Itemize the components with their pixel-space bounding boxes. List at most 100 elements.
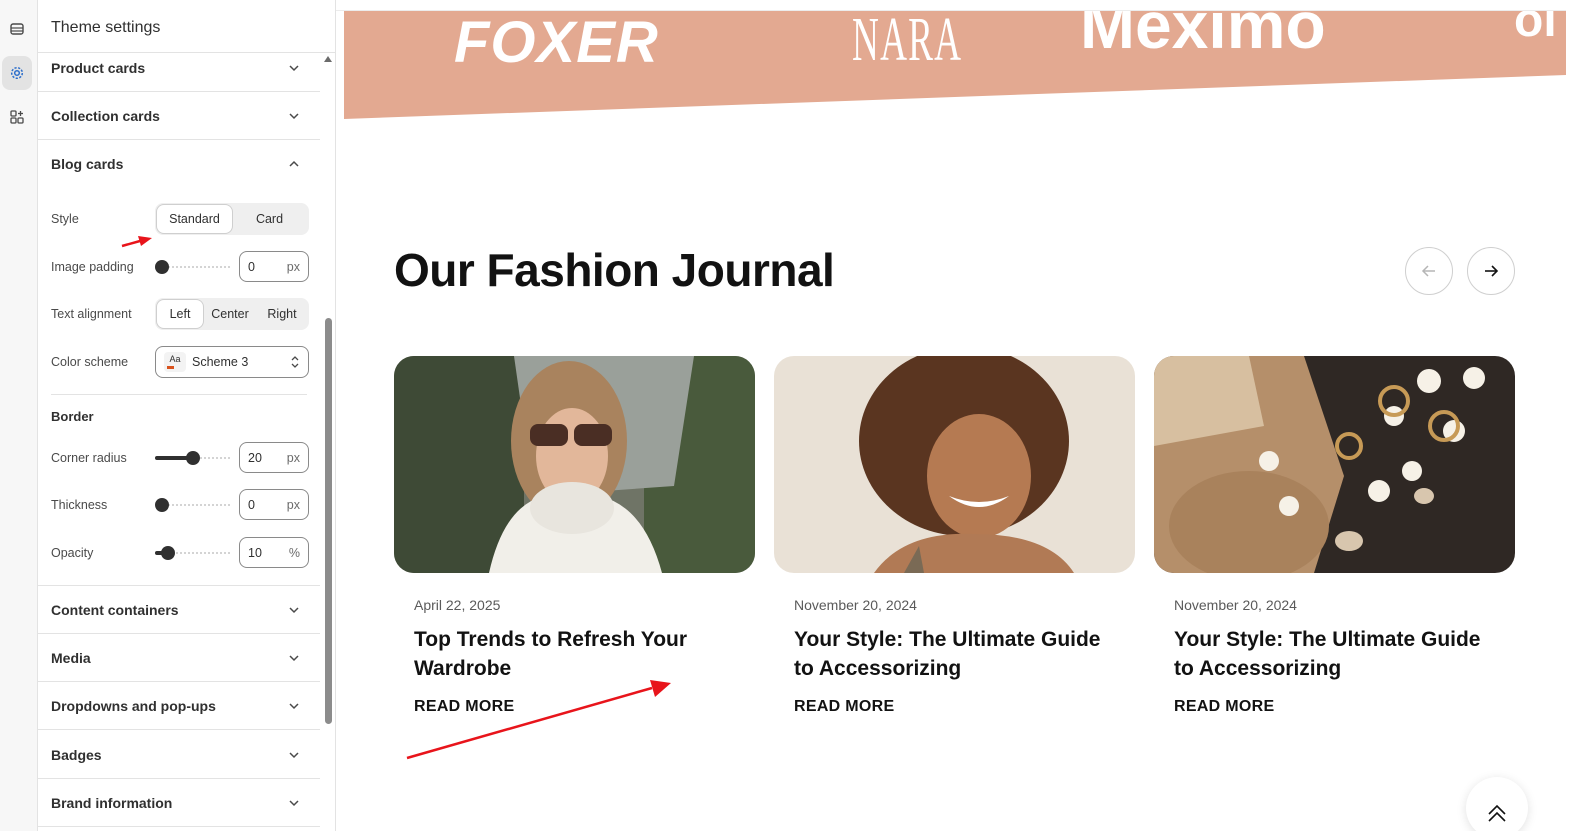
- section-label: Product cards: [51, 59, 146, 76]
- section-label: Collection cards: [51, 107, 160, 124]
- scroll-to-top-button[interactable]: [1466, 777, 1528, 831]
- blog-card-date: April 22, 2025: [414, 597, 501, 613]
- chevron-down-icon: [288, 797, 300, 809]
- theme-editor: Theme settings Product cards Collection …: [0, 0, 1586, 831]
- thickness-slider[interactable]: [155, 498, 231, 512]
- chevron-down-icon: [288, 652, 300, 664]
- section-brand-information[interactable]: Brand information: [38, 779, 320, 827]
- section-blog-cards[interactable]: Blog cards: [38, 140, 320, 188]
- color-scheme-value: Scheme 3: [192, 355, 249, 369]
- chevron-up-icon: [288, 158, 300, 170]
- thickness-value: 0: [248, 497, 255, 512]
- blog-card-title[interactable]: Your Style: The Ultimate Guide to Access…: [1174, 625, 1495, 683]
- corner-radius-input[interactable]: 20 px: [239, 442, 309, 473]
- brand-logo-partial: ol: [1514, 11, 1557, 47]
- color-swatch: Aa: [164, 352, 186, 372]
- chevron-down-icon: [288, 749, 300, 761]
- section-label: Dropdowns and pop-ups: [51, 697, 216, 714]
- carousel-prev-button[interactable]: [1405, 247, 1453, 295]
- opacity-slider[interactable]: [155, 546, 231, 560]
- unit-label: px: [286, 450, 300, 465]
- corner-radius-slider[interactable]: [155, 451, 231, 465]
- window-edge: [1566, 0, 1586, 831]
- section-label: Blog cards: [51, 156, 124, 172]
- slider-handle[interactable]: [155, 260, 169, 274]
- store-preview: FOXER NARA Meximo ol Our Fashion Journal: [344, 11, 1566, 831]
- thickness-label: Thickness: [51, 498, 108, 512]
- woman-turtleneck-photo: [394, 356, 755, 573]
- color-scheme-label: Color scheme: [51, 355, 129, 369]
- style-label: Style: [51, 212, 79, 226]
- blog-card-image[interactable]: [1154, 356, 1515, 573]
- arrow-right-icon: [1485, 265, 1499, 277]
- blog-card[interactable]: November 20, 2024 Your Style: The Ultima…: [1154, 356, 1515, 715]
- slider-track: [163, 266, 231, 268]
- brand-logo-foxer: FOXER: [454, 11, 659, 75]
- brand-logo-band: FOXER NARA Meximo ol: [344, 11, 1566, 119]
- section-collection-cards[interactable]: Collection cards: [38, 92, 320, 140]
- double-chevron-up-icon: [1488, 804, 1506, 822]
- opacity-input[interactable]: 10 %: [239, 537, 309, 568]
- read-more-link[interactable]: READ MORE: [1174, 698, 1274, 716]
- left-rail: [0, 0, 38, 831]
- slider-track: [163, 504, 231, 506]
- chevron-down-icon: [288, 604, 300, 616]
- alignment-option-right[interactable]: Right: [257, 300, 307, 328]
- image-padding-label: Image padding: [51, 260, 134, 274]
- alignment-option-center[interactable]: Center: [203, 300, 257, 328]
- section-dropdowns-popups[interactable]: Dropdowns and pop-ups: [38, 682, 320, 730]
- blog-card-date: November 20, 2024: [794, 597, 917, 613]
- section-badges[interactable]: Badges: [38, 731, 320, 779]
- arrow-left-icon: [1421, 265, 1435, 277]
- style-option-standard[interactable]: Standard: [157, 205, 232, 233]
- thickness-input[interactable]: 0 px: [239, 489, 309, 520]
- slider-handle[interactable]: [161, 546, 175, 560]
- apps-icon[interactable]: [2, 100, 32, 134]
- text-alignment-label: Text alignment: [51, 307, 132, 321]
- blog-card-image[interactable]: [394, 356, 755, 573]
- divider: [51, 394, 307, 395]
- scroll-up-arrow-icon[interactable]: [324, 56, 332, 62]
- blog-card[interactable]: November 20, 2024 Your Style: The Ultima…: [774, 356, 1135, 715]
- panel-title: Theme settings: [51, 19, 161, 36]
- section-media[interactable]: Media: [38, 634, 320, 682]
- opacity-label: Opacity: [51, 546, 94, 560]
- blog-card[interactable]: April 22, 2025 Top Trends to Refresh You…: [394, 356, 755, 715]
- preview-top-strip: [336, 0, 1586, 11]
- scroll-thumb[interactable]: [325, 318, 332, 724]
- read-more-link[interactable]: READ MORE: [794, 698, 894, 716]
- settings-panel: Theme settings Product cards Collection …: [38, 0, 336, 831]
- chevron-down-icon: [288, 62, 300, 74]
- sections-icon[interactable]: [2, 12, 32, 46]
- smiling-woman-photo: [774, 356, 1135, 573]
- read-more-link[interactable]: READ MORE: [414, 698, 514, 716]
- text-alignment-segmented-control: Left Center Right: [155, 298, 309, 330]
- opacity-value: 10: [248, 545, 262, 560]
- slider-handle[interactable]: [155, 498, 169, 512]
- panel-scrollbar[interactable]: [324, 54, 334, 734]
- border-heading: Border: [51, 409, 94, 424]
- section-content-containers[interactable]: Content containers: [38, 586, 320, 634]
- blog-card-date: November 20, 2024: [1174, 597, 1297, 613]
- section-product-cards[interactable]: Product cards: [38, 44, 320, 92]
- blog-card-title[interactable]: Your Style: The Ultimate Guide to Access…: [794, 625, 1115, 683]
- image-padding-slider[interactable]: [155, 260, 231, 274]
- corner-radius-label: Corner radius: [51, 451, 127, 465]
- carousel-next-button[interactable]: [1467, 247, 1515, 295]
- style-segmented-control: Standard Card: [155, 203, 309, 235]
- gear-icon[interactable]: [2, 56, 32, 90]
- alignment-option-left[interactable]: Left: [157, 300, 203, 328]
- chevron-down-icon: [288, 110, 300, 122]
- blog-card-title[interactable]: Top Trends to Refresh Your Wardrobe: [414, 625, 735, 683]
- image-padding-input[interactable]: 0 px: [239, 251, 309, 282]
- corner-radius-value: 20: [248, 450, 262, 465]
- section-label: Badges: [51, 746, 102, 763]
- color-scheme-select[interactable]: Aa Scheme 3: [155, 346, 309, 378]
- brand-logo-meximo: Meximo: [1080, 11, 1326, 62]
- section-label: Media: [51, 649, 91, 666]
- style-option-card[interactable]: Card: [232, 205, 307, 233]
- accessories-flatlay-photo: [1154, 356, 1515, 573]
- image-padding-value: 0: [248, 259, 255, 274]
- blog-card-image[interactable]: [774, 356, 1135, 573]
- slider-handle[interactable]: [186, 451, 200, 465]
